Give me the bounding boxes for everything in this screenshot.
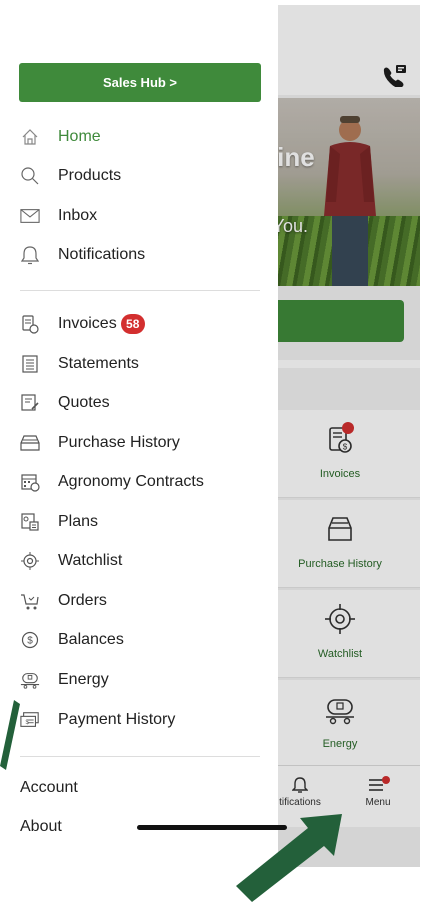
navigation-drawer: Sales Hub > Home Products Inbox Notifica… (0, 0, 278, 920)
menu-item-quotes[interactable]: Quotes (20, 387, 270, 419)
menu-item-label: Energy (58, 671, 109, 688)
menu-item-label: Plans (58, 513, 99, 530)
mail-icon (20, 206, 40, 226)
tanker-icon (20, 670, 40, 690)
svg-text:$: $ (27, 636, 33, 647)
menu-item-label: Watchlist (58, 552, 123, 569)
dollar-circle-icon: $ (20, 630, 40, 650)
menu-item-home[interactable]: Home (20, 121, 270, 153)
target-icon (20, 551, 40, 571)
menu-item-account[interactable]: Account (20, 779, 78, 797)
menu-item-label: Statements (58, 355, 139, 372)
bell-icon (20, 245, 40, 265)
tray-icon (20, 433, 40, 453)
menu-item-label: Agronomy Contracts (58, 473, 204, 490)
search-icon (20, 166, 40, 186)
sales-hub-button[interactable]: Sales Hub > (19, 63, 261, 102)
plans-icon (20, 512, 40, 532)
menu-item-label: Purchase History (58, 434, 180, 451)
menu-item-label: Orders (58, 592, 107, 609)
menu-item-label: Invoices (58, 315, 117, 332)
pointer-arrow-icon (0, 700, 20, 770)
menu-item-balances[interactable]: $ Balances (20, 624, 270, 656)
quote-icon (20, 393, 40, 413)
invoices-count-badge: 58 (120, 314, 145, 334)
menu-item-energy[interactable]: Energy (20, 664, 270, 696)
menu-item-products[interactable]: Products (20, 160, 270, 192)
menu-item-label: Balances (58, 631, 124, 648)
menu-item-about[interactable]: About (20, 818, 62, 836)
menu-item-notifications[interactable]: Notifications (20, 239, 270, 271)
menu-item-agronomy-contracts[interactable]: Agronomy Contracts (20, 466, 270, 498)
calendar-dollar-icon (20, 472, 40, 492)
menu-item-orders[interactable]: Orders (20, 585, 270, 617)
menu-item-purchase-history[interactable]: Purchase History (20, 427, 270, 459)
statement-icon (20, 354, 40, 374)
menu-item-payment-history[interactable]: $ Payment History (20, 704, 270, 736)
menu-item-label: Products (58, 167, 122, 184)
menu-item-label: Inbox (58, 207, 98, 224)
menu-item-label: Payment History (58, 711, 176, 728)
cart-icon (20, 591, 40, 611)
menu-item-invoices[interactable]: Invoices 58 (20, 308, 270, 340)
menu-item-label: Home (58, 128, 101, 145)
menu-item-statements[interactable]: Statements (20, 348, 270, 380)
pointer-arrow-icon (236, 814, 342, 902)
divider (20, 756, 260, 757)
menu-item-inbox[interactable]: Inbox (20, 200, 270, 232)
menu-item-label: Notifications (58, 246, 146, 263)
menu-item-watchlist[interactable]: Watchlist (20, 545, 270, 577)
menu-item-plans[interactable]: Plans (20, 506, 270, 538)
home-icon (20, 127, 40, 147)
menu-item-label: Quotes (58, 394, 110, 411)
payment-icon: $ (20, 710, 40, 730)
divider (20, 290, 260, 291)
invoice-icon (20, 314, 40, 334)
